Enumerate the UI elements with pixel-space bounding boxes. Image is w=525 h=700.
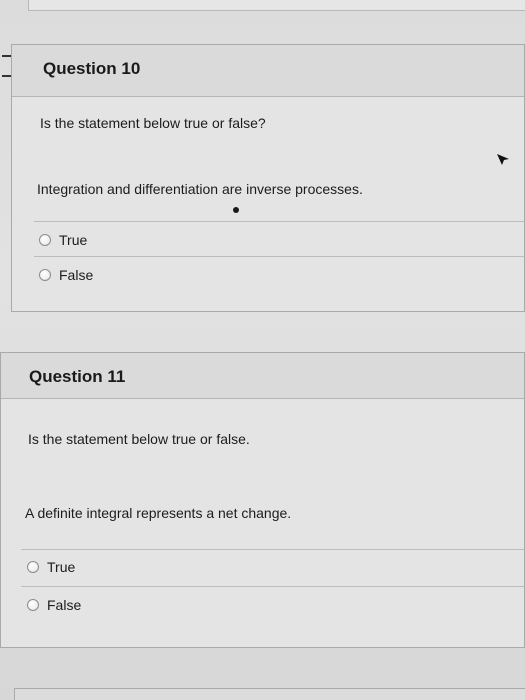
option-label: False <box>47 597 82 613</box>
mouse-cursor-icon <box>497 154 509 165</box>
divider <box>34 256 524 257</box>
radio-button[interactable] <box>27 561 39 573</box>
option-label: True <box>59 232 88 248</box>
question-11-card: Question 11 Is the statement below true … <box>0 352 525 648</box>
divider <box>21 549 524 550</box>
question-title: Question 10 <box>43 59 141 78</box>
question-10-header: Question 10 <box>12 45 524 97</box>
next-question-card-edge <box>14 688 525 700</box>
option-true[interactable]: True <box>39 232 87 248</box>
radio-button[interactable] <box>27 599 39 611</box>
question-statement: A definite integral represents a net cha… <box>25 505 292 521</box>
option-false[interactable]: False <box>39 267 93 283</box>
option-false[interactable]: False <box>27 597 81 613</box>
previous-question-card-edge <box>28 0 525 11</box>
quiz-page: Question 10 Is the statement below true … <box>0 0 525 700</box>
option-label: True <box>47 559 76 575</box>
radio-button[interactable] <box>39 234 51 246</box>
question-statement: Integration and differentiation are inve… <box>37 181 363 197</box>
question-prompt: Is the statement below true or false. <box>28 431 250 447</box>
question-10-card: Question 10 Is the statement below true … <box>11 44 525 312</box>
option-true[interactable]: True <box>27 559 75 575</box>
divider <box>34 221 524 222</box>
divider <box>21 586 524 587</box>
stray-dot <box>233 207 239 213</box>
radio-button[interactable] <box>39 269 51 281</box>
question-11-header: Question 11 <box>1 353 524 399</box>
question-prompt: Is the statement below true or false? <box>40 115 266 131</box>
option-label: False <box>59 267 94 283</box>
question-title: Question 11 <box>29 367 126 386</box>
